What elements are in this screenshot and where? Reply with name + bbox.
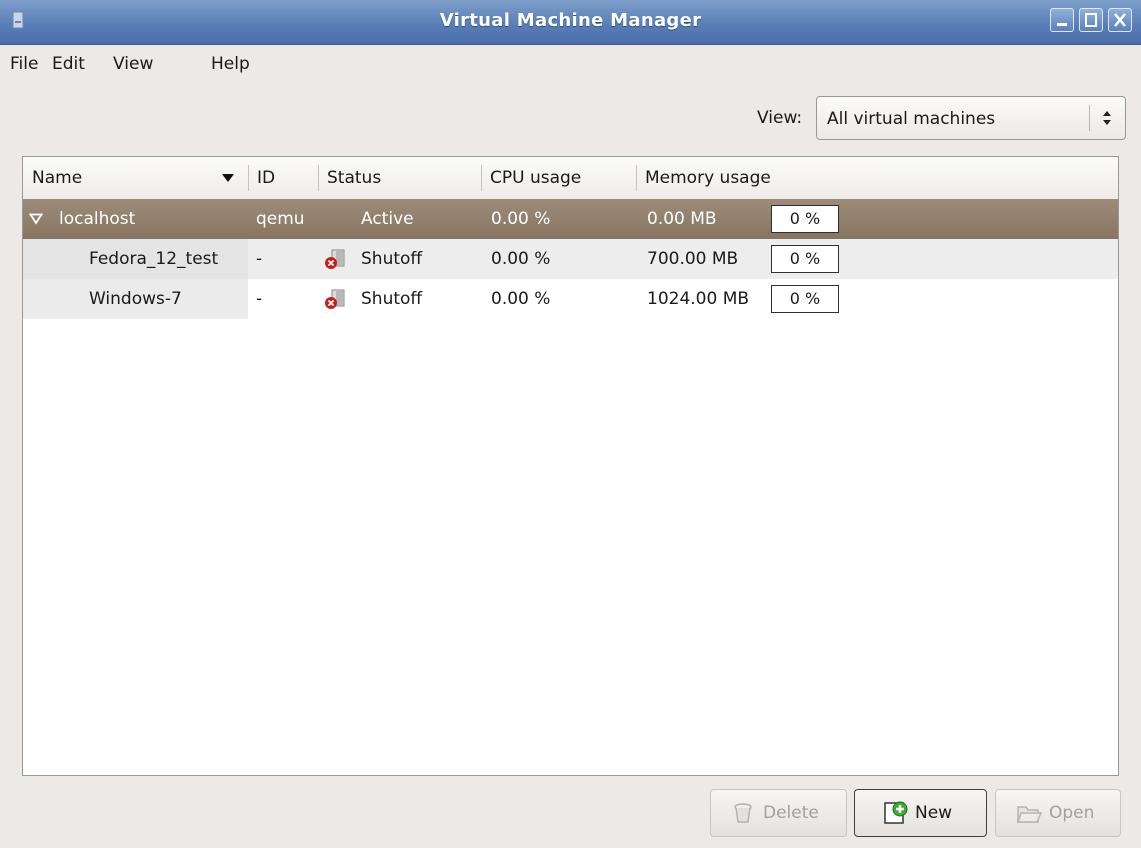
sort-descending-icon <box>222 174 234 182</box>
column-header-id[interactable]: ID <box>248 157 318 199</box>
maximize-icon <box>1085 13 1097 27</box>
combo-arrows-icon <box>1103 111 1111 125</box>
host-id: qemu <box>256 209 305 229</box>
vm-memory: 1024.00 MB <box>647 289 750 309</box>
close-button[interactable] <box>1108 8 1132 32</box>
memory-usage-bar: 0 % <box>771 245 839 273</box>
new-button[interactable]: New <box>854 789 987 837</box>
minimize-icon <box>1057 23 1067 26</box>
maximize-button[interactable] <box>1079 8 1103 32</box>
view-filter-value: All virtual machines <box>827 109 996 129</box>
delete-button[interactable]: Delete <box>710 789 847 837</box>
menu-edit[interactable]: Edit <box>52 54 85 74</box>
vm-list[interactable]: Name ID Status CPU usage Memory usage lo… <box>22 156 1119 776</box>
view-filter-label: View: <box>757 108 803 128</box>
close-icon <box>1114 13 1126 27</box>
trash-icon <box>734 803 752 823</box>
expander-icon[interactable] <box>29 213 43 225</box>
list-header: Name ID Status CPU usage Memory usage <box>23 157 1118 200</box>
folder-icon <box>1016 806 1042 823</box>
menu-file[interactable]: File <box>10 54 38 74</box>
window-title: Virtual Machine Manager <box>439 10 702 31</box>
view-filter-combo[interactable]: All virtual machines <box>816 96 1126 140</box>
host-status: Active <box>361 209 414 229</box>
delete-label: Delete <box>763 803 819 823</box>
vm-cpu: 0.00 % <box>491 289 551 309</box>
vm-name: Fedora_12_test <box>89 249 219 269</box>
column-header-status[interactable]: Status <box>318 157 481 199</box>
column-header-name[interactable]: Name <box>23 157 248 199</box>
new-label: New <box>915 803 953 823</box>
host-name: localhost <box>59 209 136 229</box>
shutoff-icon <box>325 289 345 309</box>
menu-view[interactable]: View <box>113 54 153 74</box>
add-icon <box>884 801 908 824</box>
vm-status: Shutoff <box>361 289 423 309</box>
vm-id: - <box>256 249 263 269</box>
menu-bar: File Edit View Help <box>0 45 1141 85</box>
column-header-memory[interactable]: Memory usage <box>636 157 936 199</box>
memory-usage-bar: 0 % <box>771 285 839 313</box>
title-bar[interactable]: Virtual Machine Manager <box>0 0 1141 45</box>
combo-separator <box>1089 105 1090 131</box>
column-name-label: Name <box>32 168 83 188</box>
vm-memory: 700.00 MB <box>647 249 739 269</box>
column-header-cpu[interactable]: CPU usage <box>481 157 636 199</box>
shutoff-icon <box>325 249 345 269</box>
memory-usage-bar: 0 % <box>771 205 839 233</box>
open-button[interactable]: Open <box>995 789 1121 837</box>
vm-id: - <box>256 289 263 309</box>
host-memory: 0.00 MB <box>647 209 717 229</box>
host-cpu: 0.00 % <box>491 209 551 229</box>
vm-cpu: 0.00 % <box>491 249 551 269</box>
vm-row[interactable]: Fedora_12_test - Shutoff 0.00 % 700.00 M… <box>23 239 1118 279</box>
vm-name: Windows-7 <box>89 289 182 309</box>
menu-help[interactable]: Help <box>211 54 250 74</box>
vm-row[interactable]: Windows-7 - Shutoff 0.00 % 1024.00 MB 0 … <box>23 279 1118 319</box>
minimize-button[interactable] <box>1050 8 1074 32</box>
open-label: Open <box>1049 803 1095 823</box>
vm-status: Shutoff <box>361 249 423 269</box>
host-row[interactable]: localhost qemu Active 0.00 % 0.00 MB 0 % <box>23 199 1118 239</box>
